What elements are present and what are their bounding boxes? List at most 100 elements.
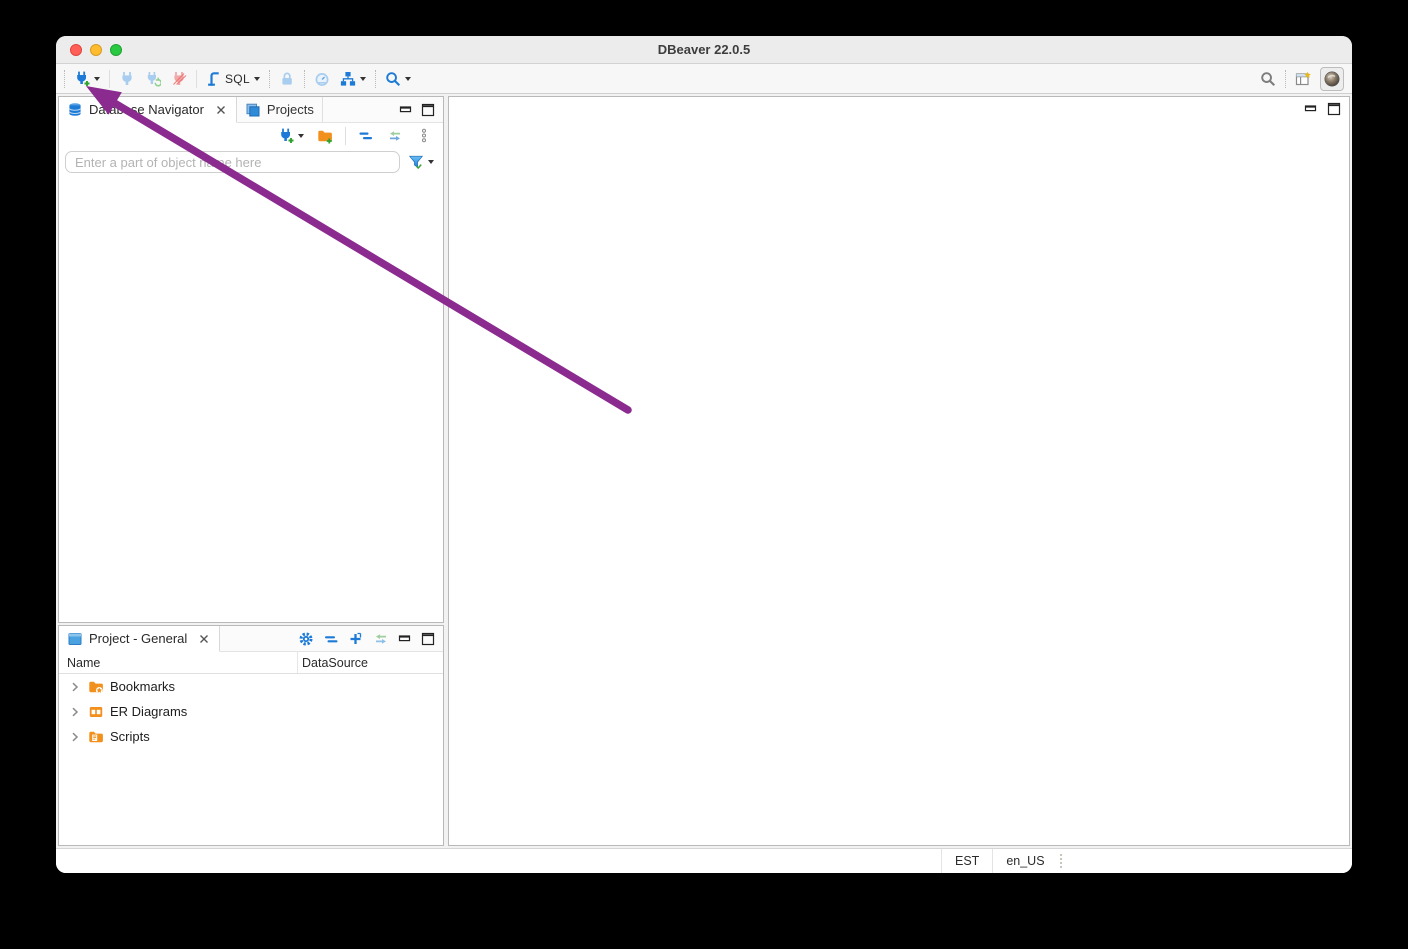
org-chart-icon: [340, 71, 356, 86]
link-with-editor-icon[interactable]: [373, 631, 389, 647]
nav-link-with-editor-button[interactable]: [384, 126, 406, 146]
scripts-folder-icon: [89, 731, 103, 742]
task-management-button[interactable]: [337, 69, 369, 89]
search-button[interactable]: [382, 69, 414, 89]
separator: [303, 69, 305, 88]
security-lock-button[interactable]: [276, 69, 298, 89]
nav-new-folder-button[interactable]: [314, 126, 336, 146]
minimize-view-icon[interactable]: [399, 103, 413, 117]
status-bar: EST en_US: [56, 848, 1352, 873]
project-general-panel: Project - General Name DataSource Bookma…: [58, 625, 444, 846]
sql-label: SQL: [225, 71, 250, 86]
editor-area: [448, 96, 1350, 846]
quick-search-button[interactable]: [1257, 69, 1279, 89]
nav-view-menu-button[interactable]: [413, 126, 435, 146]
tab-project-general[interactable]: Project - General: [59, 626, 221, 652]
projects-icon: [246, 103, 260, 116]
tab-database-navigator[interactable]: Database Navigator: [59, 97, 237, 123]
project-grid-header: Name DataSource: [59, 652, 443, 674]
tree-row-bookmarks[interactable]: Bookmarks: [59, 674, 443, 699]
maximize-view-icon[interactable]: [421, 103, 435, 117]
tab-projects[interactable]: Projects: [237, 97, 323, 122]
settings-gear-icon[interactable]: [298, 631, 314, 647]
column-header-datasource[interactable]: DataSource: [298, 652, 443, 673]
er-diagrams-icon: [89, 706, 103, 717]
database-navigator-panel: Database Navigator Projects: [58, 96, 444, 623]
separator: [196, 69, 197, 88]
expander-chevron-icon[interactable]: [68, 730, 82, 744]
plug-connect-icon: [122, 71, 132, 85]
dropdown-caret-icon: [404, 76, 411, 81]
close-icon: [200, 634, 209, 643]
collapse-all-icon: [359, 132, 372, 140]
workbench: Database Navigator Projects Enter a part…: [56, 94, 1352, 848]
project-tree: Bookmarks ER Diagrams Scripts: [59, 674, 443, 845]
column-header-name[interactable]: Name: [59, 652, 298, 673]
close-tab-button[interactable]: [197, 632, 211, 646]
separator: [374, 69, 376, 88]
tree-item-label: ER Diagrams: [110, 704, 188, 719]
tab-label: Projects: [266, 102, 314, 117]
dbeaver-window: DBeaver 22.0.5 SQL Database Navigator Pr…: [56, 36, 1352, 873]
search-icon: [1261, 71, 1276, 86]
navigator-toolbar: [59, 123, 443, 149]
sql-script-icon: [208, 71, 219, 86]
minimize-view-icon[interactable]: [1304, 102, 1318, 116]
maximize-view-icon[interactable]: [421, 632, 435, 646]
main-toolbar: SQL: [56, 64, 1352, 94]
tab-label: Project - General: [89, 631, 188, 646]
new-folder-icon: [318, 130, 332, 144]
tree-row-scripts[interactable]: Scripts: [59, 724, 443, 749]
dropdown-caret-icon: [298, 134, 304, 138]
dropdown-caret-icon: [359, 76, 366, 81]
status-timezone[interactable]: EST: [941, 849, 992, 873]
nav-new-connection-button[interactable]: [275, 126, 307, 146]
navigator-tree[interactable]: [59, 177, 443, 622]
plug-reconnect-icon: [147, 71, 161, 87]
disconnect-button[interactable]: [168, 69, 190, 89]
navigator-tabrow: Database Navigator Projects: [59, 97, 443, 123]
project-toolbar: [290, 626, 443, 651]
expander-chevron-icon[interactable]: [68, 705, 82, 719]
user-profile-button[interactable]: [1320, 66, 1344, 91]
collapse-all-icon[interactable]: [323, 631, 339, 647]
dashboard-button[interactable]: [311, 69, 333, 89]
user-avatar-icon: [1324, 71, 1340, 86]
nav-collapse-all-button[interactable]: [355, 126, 377, 146]
maximize-view-icon[interactable]: [1327, 102, 1341, 116]
new-connection-button[interactable]: [71, 69, 103, 89]
plug-new-icon: [281, 128, 294, 143]
lock-icon: [282, 72, 292, 85]
link-with-editor-icon: [390, 131, 400, 141]
separator: [1285, 69, 1286, 88]
object-filter-input[interactable]: [65, 151, 400, 173]
tab-label: Database Navigator: [89, 102, 204, 117]
toolbar-grip: [64, 69, 65, 88]
separator: [109, 69, 110, 88]
expand-all-icon[interactable]: [348, 631, 364, 647]
expander-chevron-icon[interactable]: [68, 680, 82, 694]
tree-item-label: Bookmarks: [110, 679, 176, 694]
dropdown-caret-icon: [253, 76, 260, 81]
dropdown-caret-icon: [428, 160, 434, 164]
gauge-icon: [315, 72, 329, 86]
perspective-icon: [1295, 71, 1311, 85]
connect-button[interactable]: [116, 69, 138, 89]
reconnect-button[interactable]: [142, 69, 164, 89]
tree-row-er-diagrams[interactable]: ER Diagrams: [59, 699, 443, 724]
close-tab-button[interactable]: [214, 103, 228, 117]
window-title: DBeaver 22.0.5: [657, 42, 751, 57]
open-perspective-button[interactable]: [1292, 69, 1314, 89]
sql-editor-button[interactable]: SQL: [203, 69, 263, 89]
dropdown-caret-icon: [94, 76, 100, 81]
minimize-view-icon[interactable]: [398, 632, 412, 646]
tree-item-label: Scripts: [110, 729, 150, 744]
plug-disconnect-icon: [173, 71, 187, 85]
status-locale[interactable]: en_US: [992, 849, 1057, 873]
project-icon: [68, 632, 82, 645]
kebab-menu-icon: [422, 128, 426, 143]
bookmarks-folder-icon: [89, 681, 103, 694]
title-bar: DBeaver 22.0.5: [56, 36, 1352, 64]
filter-settings-button[interactable]: [405, 152, 437, 172]
navigator-filter-row: [59, 149, 443, 177]
